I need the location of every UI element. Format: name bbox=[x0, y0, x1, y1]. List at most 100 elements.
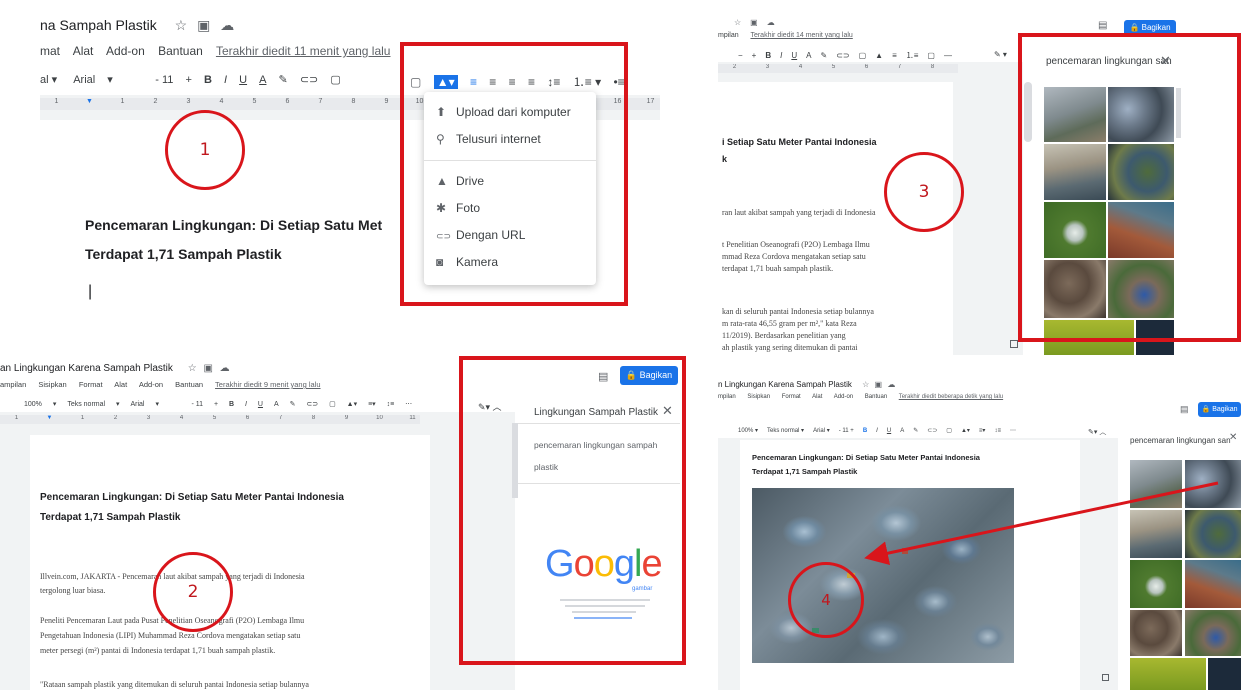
italic-icon[interactable]: I bbox=[224, 74, 227, 86]
doc-heading-line1: Pencemaran Lingkungan: Di Setiap Satu Me… bbox=[85, 217, 383, 233]
menu-addons[interactable]: Add-on bbox=[139, 380, 163, 389]
dropdown-separator bbox=[424, 160, 596, 161]
folder-icon[interactable]: ▣ bbox=[750, 18, 758, 27]
text-color-icon[interactable]: A bbox=[274, 401, 279, 408]
menu-insert[interactable]: Sisipkan bbox=[38, 380, 66, 389]
doc-title-text: an Lingkungan Karena Sampah Plastik bbox=[0, 363, 173, 374]
text-color-icon[interactable]: A bbox=[259, 74, 266, 86]
menu-help[interactable]: Bantuan bbox=[158, 44, 203, 58]
doc-title[interactable]: na Sampah Plastik ☆ ▣ ☁ bbox=[40, 17, 234, 34]
bullet-list-icon[interactable]: •≡ bbox=[613, 75, 624, 89]
link-icon[interactable]: ⊂⊃ bbox=[306, 400, 318, 408]
ruler[interactable]: 1 ▼ 1 2 3 4 5 6 7 8 9 10 11 bbox=[0, 415, 420, 424]
underline-icon[interactable]: U bbox=[258, 401, 263, 408]
cloud-icon[interactable]: ☁ bbox=[220, 17, 234, 33]
menu-bar: mat Alat Add-on Bantuan Terakhir diedit … bbox=[40, 44, 400, 58]
step-marker-3: 3 bbox=[884, 152, 964, 232]
menu-tools[interactable]: Alat bbox=[114, 380, 127, 389]
photos-icon: ✱ bbox=[436, 201, 447, 215]
last-edit-link[interactable]: Terakhir diedit 14 menit yang lalu bbox=[750, 32, 852, 39]
body-line: ran laut akibat sampah yang terjadi di I… bbox=[722, 208, 876, 217]
menu-tools[interactable]: Alat bbox=[73, 44, 94, 58]
menu-view[interactable]: ampilan bbox=[0, 380, 26, 389]
line-spacing-icon[interactable]: ↕≡ bbox=[387, 401, 395, 408]
bold-icon[interactable]: B bbox=[204, 74, 212, 86]
insert-image-icon[interactable]: ▲▾ bbox=[433, 75, 458, 89]
font-name: Arial bbox=[130, 401, 145, 408]
step-marker-2: 2 bbox=[153, 552, 233, 632]
text-cursor: | bbox=[88, 283, 93, 300]
panel-google-image-search: an Lingkungan Karena Sampah Plastik ☆ ▣ … bbox=[0, 355, 690, 690]
edit-mode-icon[interactable]: ✎ ▾ bbox=[994, 50, 1007, 59]
folder-icon[interactable]: ▣ bbox=[197, 17, 210, 33]
zoom-dropdown[interactable]: 100% ▾ bbox=[24, 400, 56, 408]
last-edit-link[interactable]: Terakhir diedit 11 menit yang lalu bbox=[216, 44, 391, 58]
ruler[interactable]: 23456789 bbox=[718, 64, 958, 73]
dropdown-drive[interactable]: ▲ Drive bbox=[436, 174, 484, 188]
menu-bar: mpilan Terakhir diedit 14 menit yang lal… bbox=[718, 32, 863, 39]
doc-title[interactable]: an Lingkungan Karena Sampah Plastik ☆ ▣ … bbox=[0, 363, 230, 374]
font-size-field[interactable]: - 11 + bbox=[155, 74, 192, 86]
font-size-field[interactable]: - 11 + bbox=[191, 401, 218, 408]
style-dropdown[interactable]: Teks normal ▾ bbox=[67, 400, 119, 408]
drag-arrow bbox=[864, 481, 1219, 565]
insert-image-dropdown: ⬆ Upload dari komputer ⚲ Telusuri internet… bbox=[424, 92, 596, 285]
menu-help[interactable]: Bantuan bbox=[175, 380, 203, 389]
cloud-icon[interactable]: ☁ bbox=[767, 18, 775, 27]
body-line: m rata-rata 46,55 gram per m²," kata Rez… bbox=[722, 319, 857, 328]
body-line: mmad Reza Cordova mengatakan setiap satu bbox=[722, 252, 866, 261]
dropdown-url[interactable]: ⊂⊃ Dengan URL bbox=[436, 228, 525, 242]
highlight-icon[interactable]: ✎ bbox=[279, 73, 288, 86]
align-right-icon[interactable]: ≡ bbox=[509, 75, 516, 89]
italic-icon[interactable]: I bbox=[245, 401, 247, 408]
dropdown-url-label: Dengan URL bbox=[456, 228, 526, 242]
insert-image-icon[interactable]: ▲▾ bbox=[347, 400, 357, 408]
body-line: kan di seluruh pantai Indonesia setiap b… bbox=[722, 307, 874, 316]
step-marker-1: 1 bbox=[165, 110, 245, 190]
font-dropdown[interactable]: Arial ▾ bbox=[73, 73, 143, 86]
dropdown-camera[interactable]: ◙ Kamera bbox=[436, 255, 498, 269]
comment-history-icon[interactable]: ▤ bbox=[1098, 20, 1107, 31]
style-dropdown[interactable]: al ▾ bbox=[40, 73, 57, 86]
more-icon[interactable]: ⋯ bbox=[405, 400, 412, 408]
comment-icon[interactable]: ▢ bbox=[330, 73, 340, 86]
menu-view[interactable]: mpilan bbox=[718, 32, 739, 39]
font-dropdown[interactable]: Arial ▾ bbox=[130, 400, 180, 408]
body-line: ah plastik yang sering ditemukan di pant… bbox=[722, 343, 858, 352]
dropdown-search-label: Telusuri internet bbox=[456, 132, 541, 146]
explore-icon[interactable] bbox=[1010, 340, 1018, 348]
align-icon[interactable]: ≡▾ bbox=[368, 400, 376, 408]
menu-addons[interactable]: Add-on bbox=[106, 44, 145, 58]
link-icon[interactable]: ⊂⊃ bbox=[300, 73, 318, 86]
upload-icon: ⬆ bbox=[436, 105, 447, 119]
panel-image-search-results: ☆ ▣ ☁ mpilan Terakhir diedit 14 menit yang… bbox=[718, 0, 1243, 355]
numbered-list-icon[interactable]: ⒈≡ ▾ bbox=[573, 73, 601, 90]
align-justify-icon[interactable]: ≡ bbox=[528, 75, 535, 89]
align-left-icon[interactable]: ≡ bbox=[470, 75, 477, 89]
menu-format[interactable]: mat bbox=[40, 44, 60, 58]
dropdown-search-web[interactable]: ⚲ Telusuri internet bbox=[436, 132, 541, 146]
star-icon[interactable]: ☆ bbox=[175, 17, 188, 33]
search-icon: ⚲ bbox=[436, 132, 445, 146]
last-edit-link[interactable]: Terakhir diedit 9 menit yang lalu bbox=[215, 380, 320, 389]
bold-icon[interactable]: B bbox=[229, 401, 234, 408]
doc-heading-line1: Pencemaran Lingkungan: Di Setiap Satu Me… bbox=[40, 492, 344, 503]
highlight-box bbox=[459, 356, 686, 665]
highlight-icon[interactable]: ✎ bbox=[290, 400, 296, 408]
star-icon[interactable]: ☆ bbox=[734, 18, 741, 27]
dropdown-photos[interactable]: ✱ Foto bbox=[436, 201, 480, 215]
cloud-icon[interactable]: ☁ bbox=[220, 363, 230, 374]
style-value: Teks normal bbox=[67, 401, 106, 408]
toolbar: − + B I U A ✎ ⊂⊃ ▢ ▲ ≡ ⒈≡ ▢ — bbox=[738, 51, 952, 60]
step-marker-4: 4 bbox=[788, 562, 864, 638]
comment-icon[interactable]: ▢ bbox=[410, 75, 421, 89]
star-icon[interactable]: ☆ bbox=[188, 363, 197, 374]
align-center-icon[interactable]: ≡ bbox=[489, 75, 496, 89]
comment-icon[interactable]: ▢ bbox=[329, 400, 336, 408]
line-spacing-icon[interactable]: ↕≡ bbox=[547, 75, 560, 89]
underline-icon[interactable]: U bbox=[239, 74, 247, 86]
body-line: terdapat 1,71 buah sampah plastik. bbox=[722, 264, 834, 273]
menu-format[interactable]: Format bbox=[79, 380, 103, 389]
folder-icon[interactable]: ▣ bbox=[203, 363, 212, 374]
dropdown-upload[interactable]: ⬆ Upload dari komputer bbox=[436, 105, 571, 119]
